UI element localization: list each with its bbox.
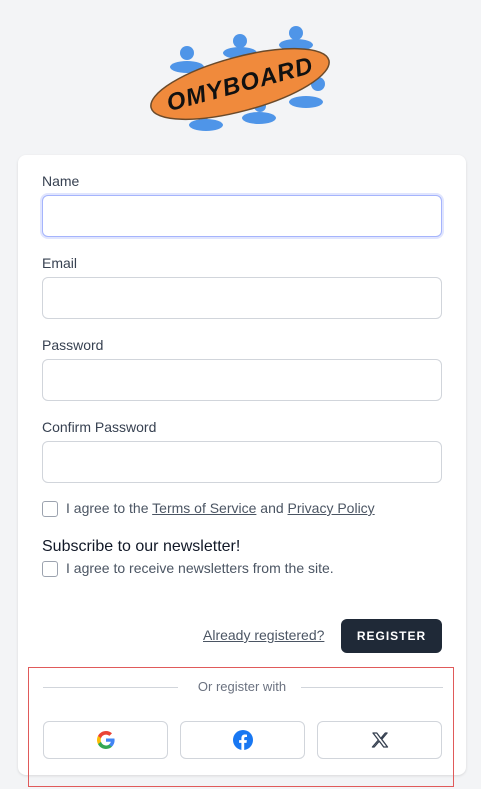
terms-and: and: [260, 500, 284, 516]
facebook-register-button[interactable]: [180, 721, 305, 759]
password-label: Password: [42, 337, 104, 353]
logo-area: OMYBOARD: [0, 0, 481, 150]
x-icon: [371, 732, 388, 748]
email-label: Email: [42, 255, 78, 271]
terms-of-service-link[interactable]: Terms of Service: [152, 500, 256, 516]
divider-text: Or register with: [197, 679, 287, 694]
terms-prefix: I agree to the: [66, 500, 149, 516]
omyboard-logo: OMYBOARD: [150, 26, 330, 131]
register-button[interactable]: REGISTER: [341, 619, 442, 653]
x-register-button[interactable]: [317, 721, 442, 759]
password-input[interactable]: [42, 359, 442, 401]
newsletter-agree-text: I agree to receive newsletters from the …: [66, 560, 334, 576]
name-input[interactable]: [42, 195, 442, 237]
already-registered-link[interactable]: Already registered?: [203, 627, 324, 643]
google-register-button[interactable]: [43, 721, 168, 759]
newsletter-title: Subscribe to our newsletter!: [42, 538, 241, 555]
terms-text: I agree to the Terms of Service and Priv…: [66, 500, 375, 516]
confirm-password-input[interactable]: [42, 441, 442, 483]
terms-checkbox[interactable]: [42, 501, 58, 517]
name-label: Name: [42, 173, 80, 189]
newsletter-checkbox[interactable]: [42, 561, 58, 577]
social-register-section: Or register with: [28, 667, 454, 787]
facebook-icon: [232, 730, 253, 750]
google-icon: [96, 731, 115, 749]
confirm-password-label: Confirm Password: [42, 419, 157, 435]
privacy-policy-link[interactable]: Privacy Policy: [288, 500, 375, 516]
email-input[interactable]: [42, 277, 442, 319]
